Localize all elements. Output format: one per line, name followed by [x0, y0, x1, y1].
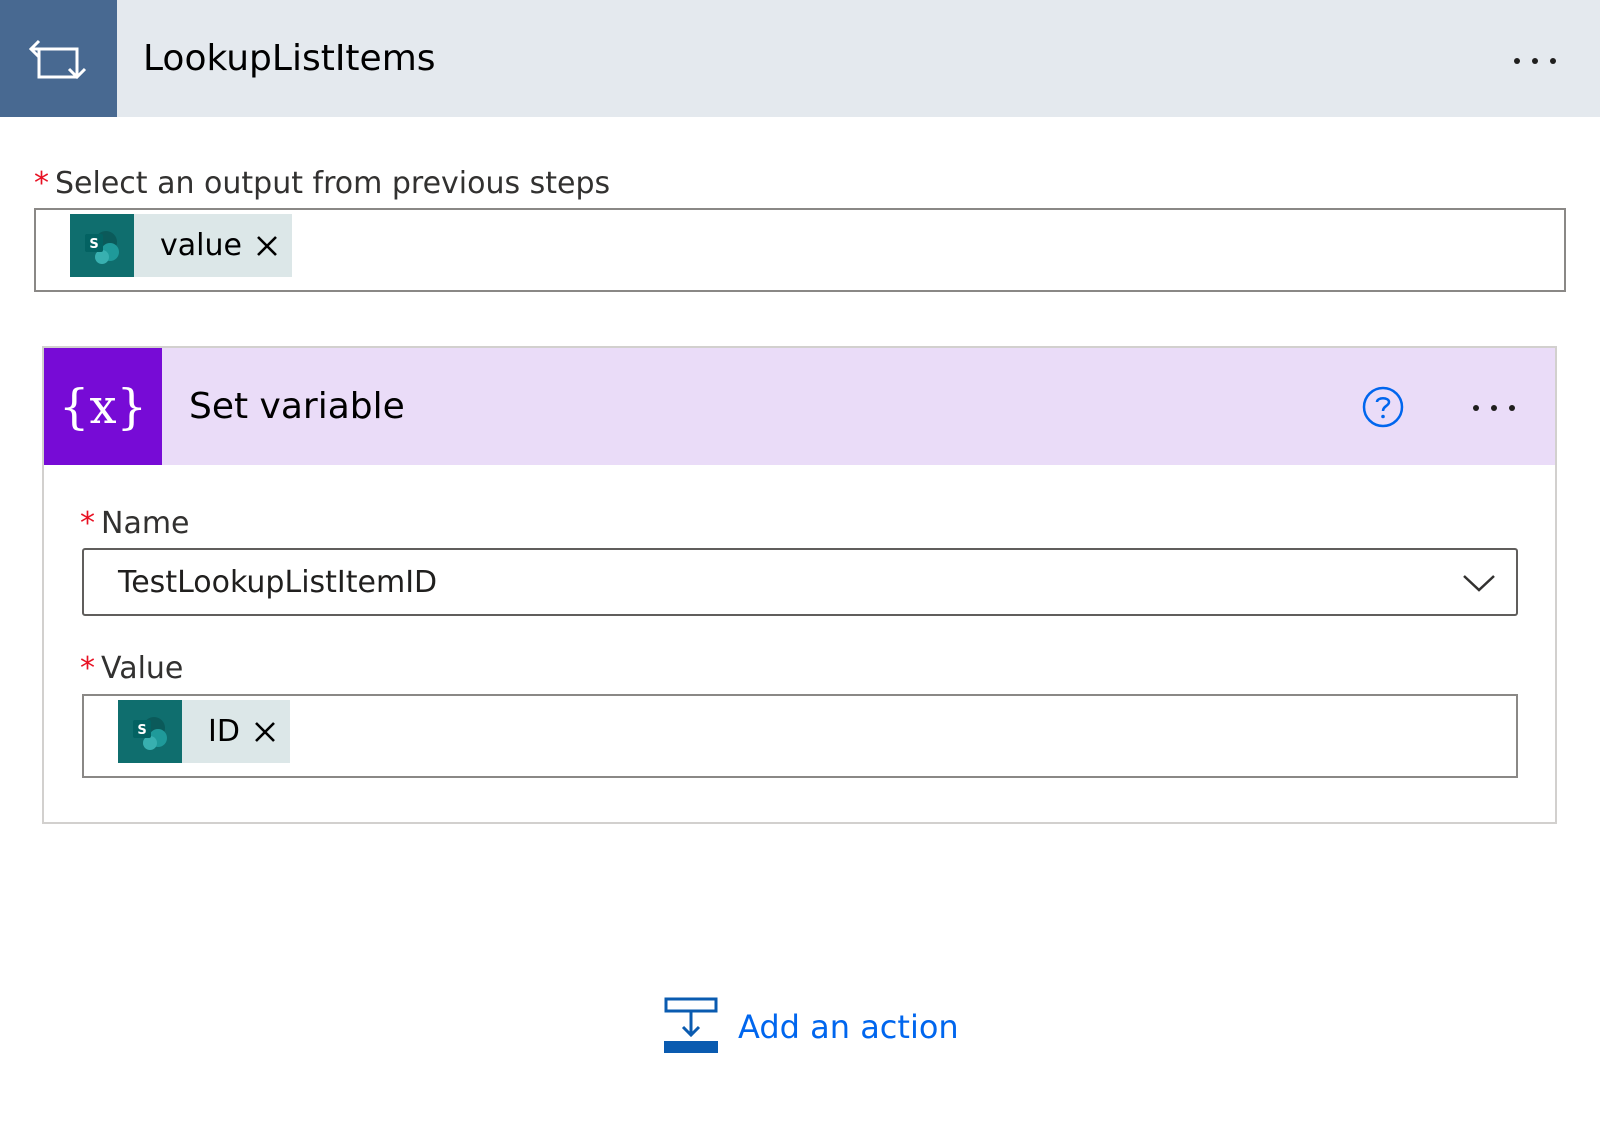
output-field-label-text: Select an output from previous steps — [55, 166, 611, 201]
add-action-icon — [664, 997, 718, 1057]
sharepoint-icon: S — [118, 700, 182, 763]
output-field-label: * Select an output from previous steps — [34, 166, 610, 201]
required-mark: * — [80, 506, 95, 541]
required-mark: * — [80, 651, 95, 686]
apply-to-each-header[interactable]: LookupListItems — [0, 0, 1600, 117]
value-field-label-text: Value — [101, 651, 184, 686]
chevron-down-icon — [1462, 568, 1496, 600]
set-variable-title[interactable]: Set variable — [189, 348, 405, 465]
value-token-input[interactable]: S ID — [82, 694, 1518, 778]
variable-icon-glyph: {x} — [58, 378, 148, 435]
svg-text:S: S — [137, 723, 146, 738]
id-token[interactable]: S ID — [118, 700, 290, 763]
sharepoint-icon: S — [70, 214, 134, 277]
set-variable-header[interactable]: {x} Set variable — [44, 348, 1555, 465]
required-mark: * — [34, 166, 49, 201]
loop-icon — [0, 0, 117, 117]
token-label: value — [160, 228, 242, 263]
loop-title[interactable]: LookupListItems — [143, 0, 436, 117]
set-variable-card: {x} Set variable * Name TestLookupListIte… — [42, 346, 1557, 824]
more-options-icon[interactable] — [1508, 48, 1562, 74]
help-icon[interactable] — [1362, 386, 1404, 432]
add-action-button[interactable]: Add an action — [664, 997, 959, 1057]
output-token-input[interactable]: S value — [34, 208, 1566, 292]
name-field-label: * Name — [80, 506, 190, 541]
name-dropdown-value: TestLookupListItemID — [118, 564, 438, 600]
close-icon[interactable] — [254, 721, 276, 743]
variable-icon: {x} — [44, 348, 162, 465]
close-icon[interactable] — [256, 235, 278, 257]
token-label: ID — [208, 714, 240, 749]
name-dropdown[interactable]: TestLookupListItemID — [82, 548, 1518, 616]
add-action-label: Add an action — [738, 1008, 959, 1046]
more-options-icon[interactable] — [1467, 395, 1521, 421]
value-token[interactable]: S value — [70, 214, 292, 277]
svg-text:S: S — [89, 237, 98, 252]
name-field-label-text: Name — [101, 506, 190, 541]
value-field-label: * Value — [80, 651, 183, 686]
